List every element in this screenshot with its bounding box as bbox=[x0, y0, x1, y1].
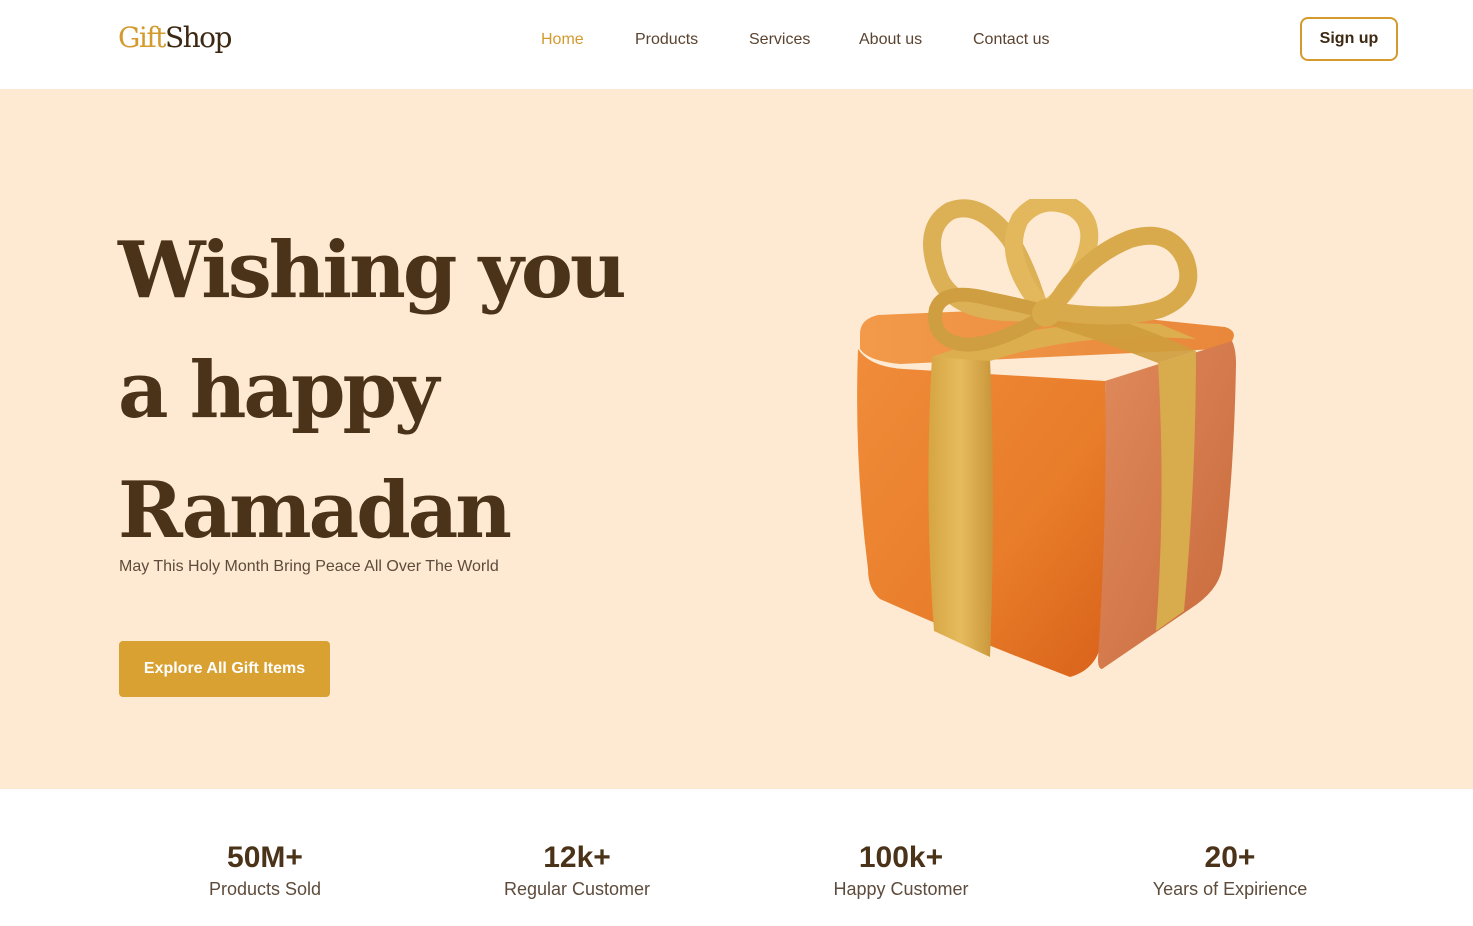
stat-label: Years of Expirience bbox=[1152, 879, 1308, 899]
logo[interactable]: GiftShop bbox=[118, 20, 233, 56]
sign-up-button[interactable]: Sign up bbox=[1300, 17, 1398, 61]
headline-line-2: a happy bbox=[118, 345, 439, 436]
nav-contact-us[interactable]: Contact us bbox=[973, 29, 1049, 51]
stat-regular-customer: 12k+ Regular Customer bbox=[417, 839, 737, 901]
stat-years-experience: 20+ Years of Expirience bbox=[1070, 839, 1390, 901]
stat-products-sold: 50M+ Products Sold bbox=[105, 839, 425, 901]
headline-line-3: Ramadan bbox=[118, 465, 512, 556]
stat-happy-customer: 100k+ Happy Customer bbox=[741, 839, 1061, 901]
nav-products[interactable]: Products bbox=[635, 29, 698, 51]
hero-section: Wishing you a happy Ramadan May This Hol… bbox=[0, 89, 1473, 789]
headline-line-1: Wishing you bbox=[118, 225, 627, 316]
stat-value: 50M+ bbox=[227, 841, 303, 874]
stat-label: Regular Customer bbox=[503, 879, 651, 899]
nav-about-us[interactable]: About us bbox=[859, 29, 922, 51]
stat-label: Happy Customer bbox=[833, 879, 969, 899]
logo-gift-text: Gift bbox=[118, 21, 166, 54]
hero-headline: Wishing you a happy Ramadan bbox=[118, 211, 738, 571]
explore-gift-items-button[interactable]: Explore All Gift Items bbox=[119, 641, 330, 697]
stat-value: 100k+ bbox=[858, 841, 944, 874]
hero-subtitle: May This Holy Month Bring Peace All Over… bbox=[119, 558, 499, 575]
nav-services[interactable]: Services bbox=[749, 29, 810, 51]
gift-box-icon bbox=[857, 199, 1236, 677]
site-header: GiftShop Home Products Services About us… bbox=[0, 0, 1473, 89]
stat-label: Products Sold bbox=[208, 879, 322, 899]
stats-section: 50M+ Products Sold 12k+ Regular Customer… bbox=[0, 789, 1473, 926]
stat-value: 12k+ bbox=[543, 841, 611, 874]
stat-value: 20+ bbox=[1204, 841, 1256, 874]
logo-shop-text: Shop bbox=[164, 21, 233, 54]
nav-home[interactable]: Home bbox=[541, 29, 584, 51]
